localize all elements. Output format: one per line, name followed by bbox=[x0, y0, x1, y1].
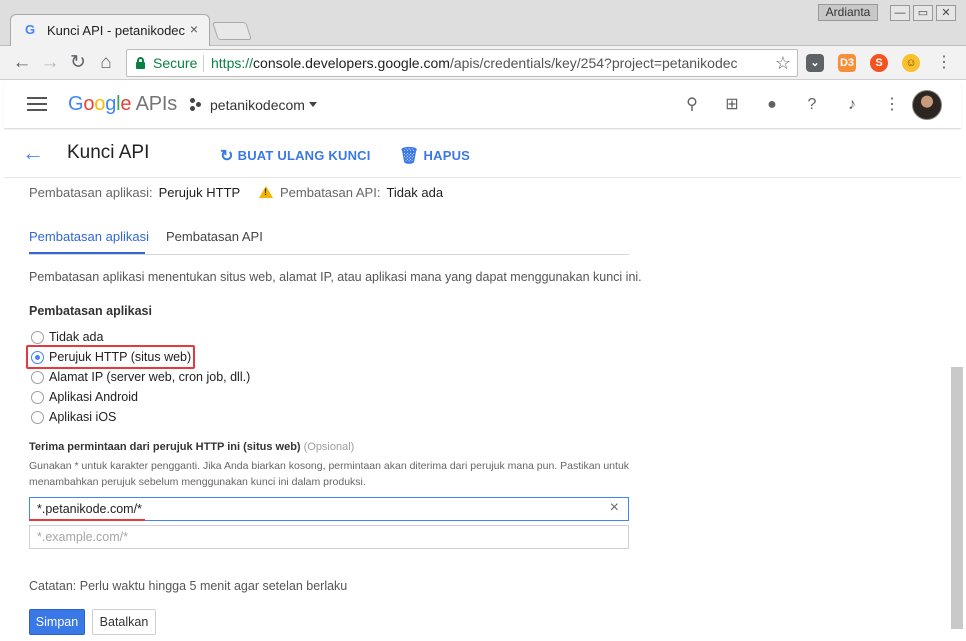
logo-apis: APIs bbox=[131, 93, 178, 115]
settings-note: Catatan: Perlu waktu hingga 5 menit agar… bbox=[29, 579, 348, 593]
back-arrow-icon[interactable]: ← bbox=[22, 141, 44, 165]
section-title: Pembatasan aplikasi bbox=[29, 304, 152, 318]
regenerate-key-button[interactable]: ↻ BUAT ULANG KUNCI bbox=[220, 146, 371, 166]
profile-name-badge[interactable]: Ardianta bbox=[818, 4, 878, 21]
project-selector[interactable]: petanikodecom bbox=[210, 97, 305, 113]
home-icon[interactable]: ⌂ bbox=[94, 51, 118, 75]
referrer-input-value: *.petanikode.com/* bbox=[37, 502, 142, 516]
menu-icon[interactable] bbox=[27, 97, 47, 113]
radio-label: Alamat IP (server web, cron job, dll.) bbox=[49, 370, 251, 384]
referrer-field-title: Terima permintaan dari perujuk HTTP ini … bbox=[29, 441, 354, 453]
delete-button[interactable]: 🗑 HAPUS bbox=[399, 146, 470, 166]
reload-icon[interactable]: ↻ bbox=[66, 51, 90, 75]
cancel-button[interactable]: Batalkan bbox=[92, 609, 156, 635]
restriction-description: Pembatasan aplikasi menentukan situs web… bbox=[29, 270, 642, 284]
separator bbox=[203, 55, 204, 72]
browser-menu-icon[interactable]: ⋮ bbox=[932, 51, 956, 75]
radio-label: Tidak ada bbox=[49, 330, 104, 344]
gift-icon[interactable]: ⊞ bbox=[722, 95, 742, 115]
page-header: ← Kunci API ↻ BUAT ULANG KUNCI 🗑 HAPUS bbox=[4, 130, 961, 178]
url-text: https://console.developers.google.com/ap… bbox=[211, 55, 759, 71]
annotation-highlight-box bbox=[26, 345, 195, 369]
delete-label: HAPUS bbox=[423, 148, 471, 163]
url-scheme: https:// bbox=[211, 55, 254, 71]
radio-label: Aplikasi iOS bbox=[49, 410, 117, 424]
main-content: Pembatasan aplikasi: Perujuk HTTP Pembata… bbox=[4, 179, 963, 641]
referrer-new-input[interactable]: *.example.com/* bbox=[29, 525, 629, 549]
url-host: console.developers.google.com bbox=[253, 55, 450, 71]
feedback-icon[interactable]: ● bbox=[762, 95, 782, 115]
optional-label: (Opsional) bbox=[303, 441, 355, 453]
summary-value: Tidak ada bbox=[386, 185, 444, 200]
clear-icon[interactable]: × bbox=[610, 499, 619, 517]
more-vert-icon[interactable]: ⋮ bbox=[882, 95, 902, 115]
summary-label: Pembatasan aplikasi: bbox=[29, 185, 153, 200]
radio-button[interactable] bbox=[31, 411, 44, 424]
tab-api-restriction[interactable]: Pembatasan API bbox=[166, 229, 263, 244]
restriction-tabs: Pembatasan aplikasi Pembatasan API bbox=[29, 225, 629, 255]
warning-icon bbox=[259, 186, 273, 198]
referrer-help-text: Gunakan * untuk karakter pengganti. Jika… bbox=[29, 460, 630, 488]
page-title: Kunci API bbox=[67, 142, 150, 163]
referrer-placeholder: *.example.com/* bbox=[37, 530, 129, 544]
tab-app-restriction[interactable]: Pembatasan aplikasi bbox=[29, 229, 149, 244]
api-restriction-summary: Pembatasan API: Tidak ada bbox=[280, 185, 443, 200]
minimize-icon[interactable]: — bbox=[890, 5, 910, 21]
tab-close-icon[interactable]: × bbox=[187, 22, 201, 36]
summary-value: Perujuk HTTP bbox=[158, 185, 241, 200]
radio-label: Aplikasi Android bbox=[49, 390, 138, 404]
active-tab-indicator bbox=[29, 252, 145, 254]
notifications-icon[interactable]: ♪ bbox=[842, 95, 862, 115]
emoji-icon[interactable]: ☺ bbox=[902, 54, 920, 72]
help-icon[interactable]: ? bbox=[802, 95, 822, 115]
lock-icon bbox=[136, 57, 145, 69]
project-icon bbox=[190, 98, 202, 112]
tab-title: Kunci API - petanikodec bbox=[47, 23, 185, 38]
forward-arrow-icon[interactable]: → bbox=[38, 51, 62, 75]
refresh-icon: ↻ bbox=[220, 148, 234, 165]
back-arrow-icon[interactable]: ← bbox=[10, 51, 34, 75]
browser-titlebar: G Kunci API - petanikodec × Ardianta — ▭… bbox=[0, 0, 966, 46]
app-restriction-summary: Pembatasan aplikasi: Perujuk HTTP bbox=[29, 185, 240, 200]
save-button[interactable]: Simpan bbox=[29, 609, 85, 635]
bookmark-star-icon[interactable]: ☆ bbox=[775, 53, 791, 74]
referrer-input[interactable]: *.petanikode.com/* × bbox=[29, 497, 629, 521]
radio-button[interactable] bbox=[31, 331, 44, 344]
window-close-icon[interactable]: ✕ bbox=[936, 5, 956, 21]
d3-icon[interactable]: D3 bbox=[838, 54, 856, 72]
google-apis-logo[interactable]: Google APIs bbox=[68, 93, 177, 116]
new-tab-button[interactable] bbox=[212, 22, 252, 40]
google-favicon-icon: G bbox=[25, 22, 36, 37]
url-path: /apis/credentials/key/254?project=petani… bbox=[449, 55, 738, 71]
app-header: Google APIs petanikodecom ⚲ ⊞ ● ? ♪ ⋮ bbox=[4, 81, 961, 129]
flow-icon[interactable]: S bbox=[870, 54, 888, 72]
browser-tab[interactable]: G Kunci API - petanikodec × bbox=[10, 14, 210, 46]
address-bar[interactable]: Secure https://console.developers.google… bbox=[126, 49, 798, 77]
pocket-icon[interactable]: ⌄ bbox=[806, 54, 824, 72]
summary-label: Pembatasan API: bbox=[280, 185, 381, 200]
referrer-title-text: Terima permintaan dari perujuk HTTP ini … bbox=[29, 441, 301, 453]
maximize-icon[interactable]: ▭ bbox=[913, 5, 933, 21]
trash-icon: 🗑 bbox=[399, 148, 420, 165]
radio-button[interactable] bbox=[31, 371, 44, 384]
scrollbar[interactable] bbox=[951, 367, 963, 629]
browser-toolbar: ← → ↻ ⌂ Secure https://console.developer… bbox=[0, 46, 966, 80]
search-icon[interactable]: ⚲ bbox=[682, 95, 702, 115]
annotation-underline bbox=[29, 519, 145, 521]
secure-label: Secure bbox=[153, 55, 198, 71]
avatar[interactable] bbox=[912, 90, 942, 120]
radio-button[interactable] bbox=[31, 391, 44, 404]
logo-google: Google bbox=[68, 93, 132, 115]
chevron-down-icon[interactable] bbox=[309, 102, 317, 107]
regenerate-key-label: BUAT ULANG KUNCI bbox=[237, 148, 371, 163]
